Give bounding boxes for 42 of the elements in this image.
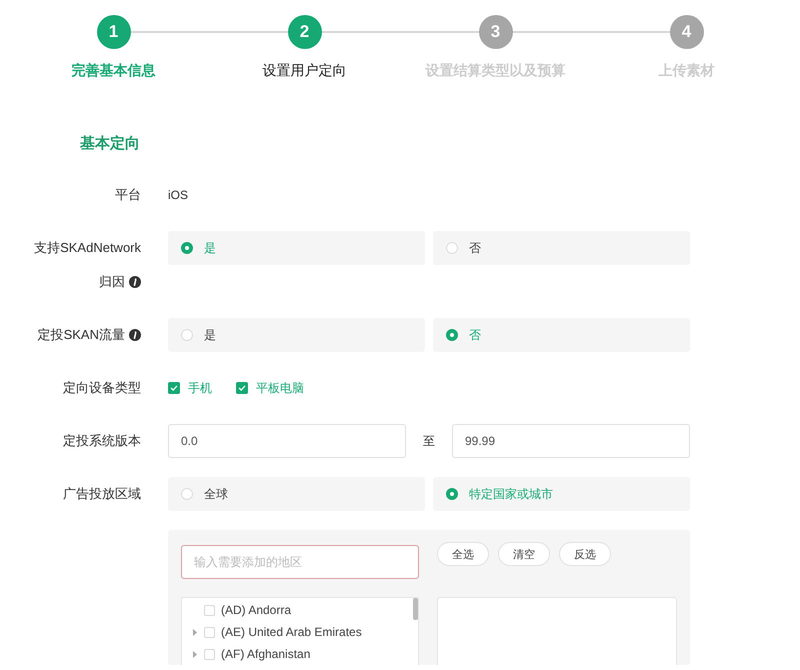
input-field[interactable]: 99.99 (452, 424, 690, 458)
checkbox-label: 手机 (188, 380, 212, 396)
scrollbar-thumb[interactable] (413, 598, 418, 620)
checkbox[interactable] (168, 382, 180, 394)
pill-button[interactable]: 全选 (437, 542, 489, 566)
checkbox-label: 平板电脑 (256, 380, 304, 396)
radio-option[interactable]: 否 (433, 231, 690, 265)
region-item[interactable]: (AD) Andorra (221, 603, 292, 617)
field-label: 广告投放区域 (63, 485, 141, 503)
step-number: 4 (670, 15, 704, 49)
search-field[interactable]: 输入需要添加的地区 (181, 545, 419, 579)
field-label: 归因 (99, 273, 125, 291)
region-item[interactable]: (AF) Afghanistan (221, 647, 310, 661)
pill-button[interactable]: 反选 (559, 542, 611, 566)
info-icon (129, 276, 141, 288)
field-label: 定投系统版本 (63, 432, 141, 450)
step-number: 3 (478, 15, 512, 49)
field-label: 定投SKAN流量 (38, 326, 125, 344)
input-field[interactable]: 0.0 (168, 424, 406, 458)
radio-button[interactable] (181, 242, 193, 254)
pill-button[interactable]: 清空 (498, 542, 550, 566)
check-icon (237, 383, 247, 393)
field-label: 支持SKAdNetwork (34, 239, 141, 257)
info-icon (129, 329, 141, 341)
step-number: 1 (96, 15, 130, 49)
radio-option[interactable]: 是 (168, 318, 425, 352)
section-title: 基本定向 (80, 135, 141, 153)
field-label: 平台 (115, 186, 141, 204)
step-label: 完善基本信息 (72, 61, 156, 79)
field-label: 定向设备类型 (63, 379, 141, 397)
step-number: 2 (288, 15, 322, 49)
radio-button[interactable] (446, 488, 458, 500)
checkbox[interactable] (236, 382, 248, 394)
step-label: 设置用户定向 (262, 61, 346, 79)
range-separator: 至 (422, 432, 436, 450)
check-icon (169, 383, 179, 393)
field-value: iOS (168, 188, 188, 202)
radio-option[interactable]: 全球 (168, 477, 425, 511)
caret-icon (192, 650, 198, 658)
region-item[interactable]: (AE) United Arab Emirates (221, 625, 362, 639)
caret-icon (192, 628, 198, 636)
radio-button[interactable] (446, 329, 458, 341)
